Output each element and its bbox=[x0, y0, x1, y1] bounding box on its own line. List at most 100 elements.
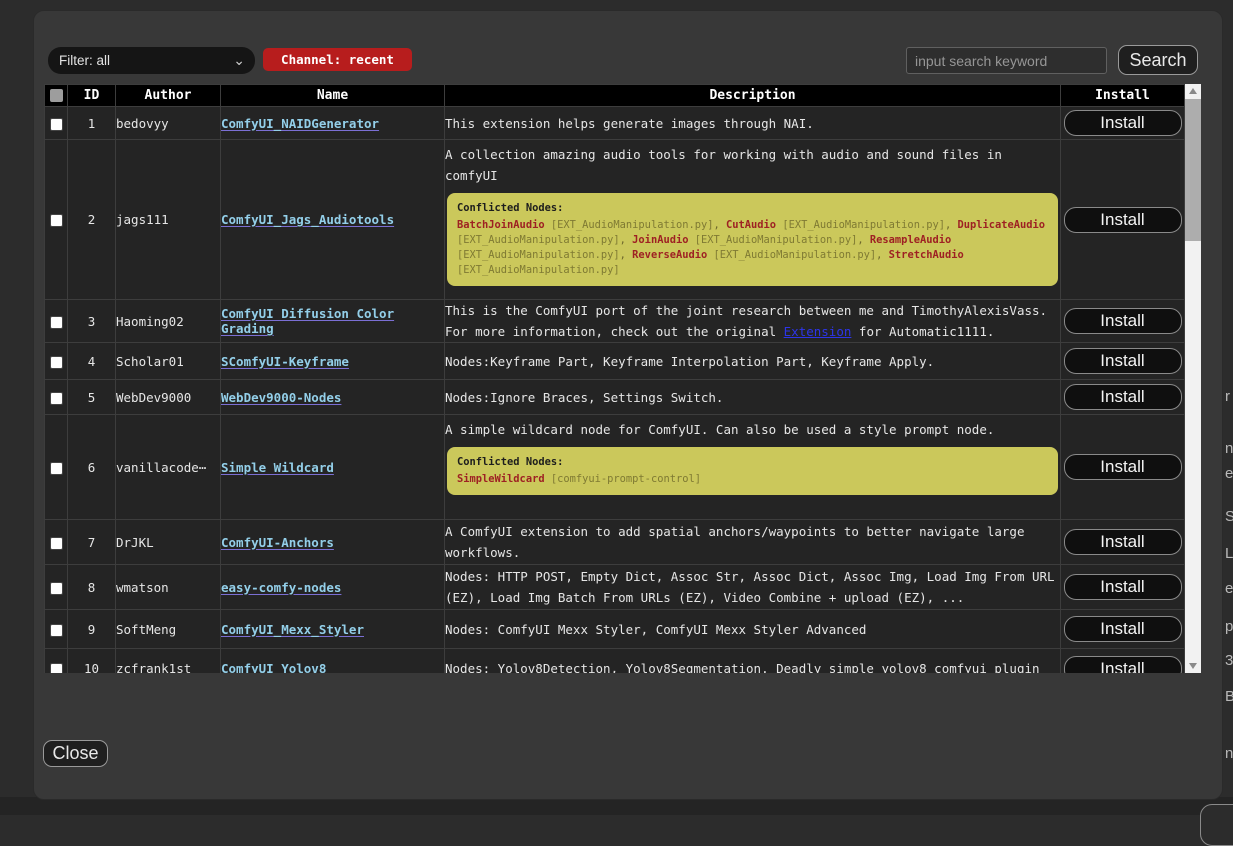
search-input[interactable] bbox=[906, 47, 1107, 74]
row-checkbox[interactable] bbox=[50, 356, 63, 369]
table-row: 1bedovyyComfyUI_NAIDGenerator This extens… bbox=[45, 107, 1185, 140]
row-install-cell: Install bbox=[1061, 649, 1185, 674]
table-row: 2jags111ComfyUI_Jags_AudiotoolsA collect… bbox=[45, 140, 1185, 300]
description-link[interactable]: Extension bbox=[784, 324, 852, 339]
conflict-node-name: ReverseAudio bbox=[632, 249, 707, 261]
row-description: Nodes:Ignore Braces, Settings Switch. bbox=[445, 380, 1061, 415]
extension-name-link[interactable]: ComfyUI Yolov8 bbox=[221, 661, 326, 673]
install-button[interactable]: Install bbox=[1064, 384, 1182, 410]
conflict-node-source: [EXT_AudioManipulation.py] bbox=[457, 264, 620, 276]
column-header-author: Author bbox=[116, 85, 221, 107]
install-button[interactable]: Install bbox=[1064, 454, 1182, 480]
row-description: A ComfyUI extension to add spatial ancho… bbox=[445, 520, 1061, 565]
row-install-cell: Install bbox=[1061, 380, 1185, 415]
header-row: IDAuthorNameDescriptionInstall bbox=[45, 85, 1185, 107]
extension-name-link[interactable]: ComfyUI_NAIDGenerator bbox=[221, 116, 379, 131]
row-install-cell: Install bbox=[1061, 520, 1185, 565]
extension-name-link[interactable]: ComfyUI_Jags_Audiotools bbox=[221, 212, 394, 227]
row-author: WebDev9000 bbox=[116, 380, 221, 415]
description-text: A ComfyUI extension to add spatial ancho… bbox=[445, 524, 1024, 560]
row-checkbox[interactable] bbox=[50, 118, 63, 131]
install-button[interactable]: Install bbox=[1064, 348, 1182, 374]
row-checkbox-cell bbox=[45, 649, 68, 674]
extension-name-link[interactable]: ComfyUI-Anchors bbox=[221, 535, 334, 550]
conflict-node-name: JoinAudio bbox=[632, 234, 688, 246]
row-name-cell: easy-comfy-nodes bbox=[221, 565, 445, 610]
table-scrollbar[interactable] bbox=[1185, 84, 1201, 673]
install-button[interactable]: Install bbox=[1064, 616, 1182, 642]
row-install-cell: Install bbox=[1061, 610, 1185, 649]
row-checkbox[interactable] bbox=[50, 663, 63, 673]
row-checkbox-cell bbox=[45, 380, 68, 415]
background-partial-button bbox=[1200, 804, 1233, 846]
background-text-fragment: 3 bbox=[1225, 652, 1233, 669]
row-name-cell: ComfyUI Yolov8 bbox=[221, 649, 445, 674]
row-checkbox[interactable] bbox=[50, 624, 63, 637]
conflict-node-name: CutAudio bbox=[726, 219, 776, 231]
conflict-node-name: DuplicateAudio bbox=[957, 219, 1045, 231]
row-name-cell: ComfyUI_Mexx_Styler bbox=[221, 610, 445, 649]
description-text: Nodes:Keyframe Part, Keyframe Interpolat… bbox=[445, 354, 934, 369]
search-button[interactable]: Search bbox=[1118, 45, 1198, 75]
filter-select[interactable]: Filter: all ⌄ bbox=[48, 47, 255, 74]
description-text: This extension helps generate images thr… bbox=[445, 116, 814, 131]
scrollbar-thumb[interactable] bbox=[1185, 99, 1201, 241]
conflict-node-source: [comfyui-prompt-control] bbox=[545, 473, 701, 485]
background-text-fragment: e bbox=[1225, 580, 1233, 597]
row-checkbox[interactable] bbox=[50, 582, 63, 595]
row-author: DrJKL bbox=[116, 520, 221, 565]
row-install-cell: Install bbox=[1061, 565, 1185, 610]
extension-name-link[interactable]: easy-comfy-nodes bbox=[221, 580, 341, 595]
row-name-cell: Simple Wildcard bbox=[221, 415, 445, 520]
table-row: 9SoftMengComfyUI_Mexx_StylerNodes: Comfy… bbox=[45, 610, 1185, 649]
install-button[interactable]: Install bbox=[1064, 110, 1182, 136]
extension-name-link[interactable]: Simple Wildcard bbox=[221, 460, 334, 475]
close-button[interactable]: Close bbox=[43, 740, 108, 767]
extension-name-link[interactable]: ComfyUI Diffusion Color Grading bbox=[221, 306, 394, 336]
row-author: vanillacode⋯ bbox=[116, 415, 221, 520]
row-checkbox[interactable] bbox=[50, 537, 63, 550]
select-all-header-cell bbox=[45, 85, 68, 107]
background-text-fragment: e bbox=[1225, 465, 1233, 482]
install-button[interactable]: Install bbox=[1064, 574, 1182, 600]
conflicted-nodes-title: Conflicted Nodes: bbox=[457, 201, 1048, 216]
install-button[interactable]: Install bbox=[1064, 529, 1182, 555]
extension-name-link[interactable]: WebDev9000-Nodes bbox=[221, 390, 341, 405]
description-text: Nodes: ComfyUI Mexx Styler, ComfyUI Mexx… bbox=[445, 622, 866, 637]
row-id: 1 bbox=[68, 107, 116, 140]
row-author: bedovyy bbox=[116, 107, 221, 140]
row-checkbox[interactable] bbox=[50, 214, 63, 227]
background-text-fragment: L bbox=[1225, 545, 1233, 562]
row-install-cell: Install bbox=[1061, 343, 1185, 380]
table-row: 10zcfrank1stComfyUI Yolov8Nodes: Yolov8D… bbox=[45, 649, 1185, 674]
conflict-node-source: [EXT_AudioManipulation.py] bbox=[707, 249, 876, 261]
table-row: 4Scholar01SComfyUI-KeyframeNodes:Keyfram… bbox=[45, 343, 1185, 380]
install-button[interactable]: Install bbox=[1064, 207, 1182, 233]
row-author: SoftMeng bbox=[116, 610, 221, 649]
row-author: Scholar01 bbox=[116, 343, 221, 380]
background-text-fragment: n bbox=[1225, 745, 1233, 762]
row-author: zcfrank1st bbox=[116, 649, 221, 674]
install-button[interactable]: Install bbox=[1064, 308, 1182, 334]
extension-name-link[interactable]: SComfyUI-Keyframe bbox=[221, 354, 349, 369]
row-name-cell: ComfyUI Diffusion Color Grading bbox=[221, 300, 445, 343]
background-text-fragment: B bbox=[1225, 688, 1233, 705]
extensions-table-header: IDAuthorNameDescriptionInstall bbox=[45, 85, 1185, 107]
description-text: Nodes: Yolov8Detection, Yolov8Segmentati… bbox=[445, 661, 1040, 673]
table-row: 6vanillacode⋯Simple WildcardA simple wil… bbox=[45, 415, 1185, 520]
row-checkbox[interactable] bbox=[50, 462, 63, 475]
select-all-checkbox[interactable] bbox=[50, 89, 63, 102]
extension-name-link[interactable]: ComfyUI_Mexx_Styler bbox=[221, 622, 364, 637]
install-button[interactable]: Install bbox=[1064, 656, 1182, 674]
row-checkbox[interactable] bbox=[50, 316, 63, 329]
scroll-up-arrow-icon[interactable] bbox=[1185, 84, 1201, 98]
row-checkbox[interactable] bbox=[50, 392, 63, 405]
conflict-node-source: [EXT_AudioManipulation.py] bbox=[545, 219, 714, 231]
scroll-down-arrow-icon[interactable] bbox=[1185, 659, 1201, 673]
row-id: 5 bbox=[68, 380, 116, 415]
conflict-node-source: [EXT_AudioManipulation.py] bbox=[776, 219, 945, 231]
row-name-cell: ComfyUI_NAIDGenerator bbox=[221, 107, 445, 140]
row-author: wmatson bbox=[116, 565, 221, 610]
row-id: 7 bbox=[68, 520, 116, 565]
conflict-node-name: ResampleAudio bbox=[870, 234, 951, 246]
